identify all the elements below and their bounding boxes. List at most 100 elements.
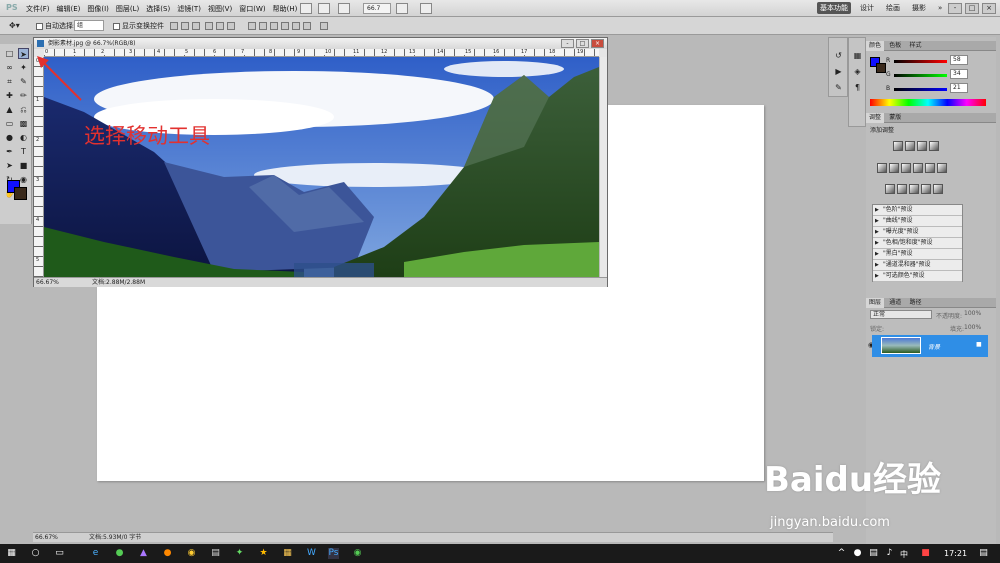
workspace-photography[interactable]: 摄影 [909, 2, 929, 14]
g-value[interactable]: 34 [950, 69, 968, 79]
brush-panel-icon[interactable]: ✎ [833, 82, 844, 93]
type-tool-icon[interactable]: T [18, 146, 29, 157]
main-size-readout[interactable]: 文档:5.93M/0 字节 [89, 533, 141, 542]
doc-minimize-button[interactable]: - [561, 39, 574, 48]
menu-file[interactable]: 文件(F) [26, 4, 50, 14]
app-minimize-button[interactable]: - [948, 3, 962, 14]
background-color-swatch[interactable] [14, 187, 27, 200]
document-title-bar[interactable]: 倒影素材.jpg @ 66.7%(RGB/8) - □ × [34, 38, 607, 49]
menu-view[interactable]: 视图(V) [208, 4, 232, 14]
ruler-horizontal[interactable]: 0 1 2 3 4 5 6 7 8 9 10 11 12 13 14 15 16… [44, 49, 599, 57]
word-icon[interactable]: W [306, 548, 317, 559]
selective-color-icon[interactable] [933, 184, 943, 194]
align-top-icon[interactable] [170, 22, 178, 30]
volume-icon[interactable]: ♪ [884, 548, 895, 559]
visual-studio-icon[interactable]: ▲ [138, 548, 149, 559]
fill-value[interactable]: 100% [964, 324, 981, 331]
auto-select-checkbox[interactable] [36, 22, 43, 30]
clock[interactable]: 17:21 [944, 549, 967, 558]
tab-styles[interactable]: 样式 [907, 41, 925, 51]
tray-up-icon[interactable]: ^ [836, 548, 847, 559]
tab-channels[interactable]: 通道 [886, 298, 904, 308]
color-spectrum[interactable] [870, 99, 986, 106]
tab-swatches[interactable]: 色板 [886, 41, 904, 51]
auto-select-dropdown[interactable]: 组 [74, 20, 104, 31]
distribute-right-icon[interactable] [303, 22, 311, 30]
workspace-painting[interactable]: 绘画 [883, 2, 903, 14]
workspace-design[interactable]: 设计 [857, 2, 877, 14]
color-balance-icon[interactable] [901, 163, 911, 173]
curves-icon[interactable] [917, 141, 927, 151]
arrange-docs-icon[interactable] [396, 3, 408, 14]
menu-window[interactable]: 窗口(W) [239, 4, 265, 14]
preset-channel-mixer[interactable]: "通道混和器"预设 [873, 260, 962, 271]
gradient-map-icon[interactable] [921, 184, 931, 194]
minibridge-icon[interactable] [318, 3, 330, 14]
notifications-icon[interactable]: ▤ [978, 548, 989, 559]
doc-vertical-scrollbar[interactable] [599, 57, 607, 277]
distribute-bottom-icon[interactable] [270, 22, 278, 30]
bridge-icon[interactable] [300, 3, 312, 14]
preset-hue-saturation[interactable]: "色相/饱和度"预设 [873, 238, 962, 249]
eyedropper-tool-icon[interactable]: ✎ [18, 76, 29, 87]
brush-tool-icon[interactable]: ✏ [18, 90, 29, 101]
zoom-level-field[interactable]: 66.7 [363, 3, 391, 14]
tray-app-icon[interactable]: ■ [920, 548, 931, 559]
history-panel-icon[interactable]: ↺ [833, 50, 844, 61]
menu-help[interactable]: 帮助(H) [273, 4, 298, 14]
r-value[interactable]: 58 [950, 55, 968, 65]
distribute-hcenter-icon[interactable] [292, 22, 300, 30]
photo-filter-icon[interactable] [925, 163, 935, 173]
app-icon[interactable]: ✦ [234, 548, 245, 559]
hue-sat-icon[interactable] [889, 163, 899, 173]
menu-select[interactable]: 选择(S) [146, 4, 170, 14]
search-icon[interactable]: ○ [30, 548, 41, 559]
history-brush-tool-icon[interactable]: ⎌ [18, 104, 29, 115]
levels-icon[interactable] [905, 141, 915, 151]
align-right-icon[interactable] [227, 22, 235, 30]
actions-panel-icon[interactable]: ▶ [833, 66, 844, 77]
vibrance-icon[interactable] [877, 163, 887, 173]
workspace-more[interactable]: » [935, 3, 945, 13]
exposure-icon[interactable] [929, 141, 939, 151]
align-bottom-icon[interactable] [192, 22, 200, 30]
chrome-icon[interactable]: ◉ [186, 548, 197, 559]
channels-icon[interactable]: ◈ [852, 66, 863, 77]
doc-maximize-button[interactable]: □ [576, 39, 589, 48]
photoshop-taskbar-icon[interactable]: Ps [328, 548, 339, 559]
edge-icon[interactable]: e [90, 548, 101, 559]
firefox-icon[interactable]: ● [162, 548, 173, 559]
screen-layout-icon[interactable] [420, 3, 432, 14]
main-zoom-readout[interactable]: 66.67% [35, 533, 58, 542]
marquee-tool-icon[interactable]: □ [4, 48, 15, 59]
opacity-value[interactable]: 100% [964, 310, 981, 317]
distribute-left-icon[interactable] [281, 22, 289, 30]
posterize-icon[interactable] [897, 184, 907, 194]
notepad-icon[interactable]: ▤ [210, 548, 221, 559]
distribute-top-icon[interactable] [248, 22, 256, 30]
tab-paths[interactable]: 路径 [907, 298, 925, 308]
blend-mode-select[interactable]: 正常 [870, 310, 932, 319]
menu-edit[interactable]: 编辑(E) [57, 4, 81, 14]
start-icon[interactable]: ▦ [6, 548, 17, 559]
distribute-vcenter-icon[interactable] [259, 22, 267, 30]
stamp-tool-icon[interactable]: ▲ [4, 104, 15, 115]
r-slider[interactable] [894, 60, 947, 63]
pen-tool-icon[interactable]: ✒ [4, 146, 15, 157]
move-tool-preset-icon[interactable]: ✥▾ [9, 21, 20, 30]
app-green-icon[interactable]: ● [114, 548, 125, 559]
app-restore-button[interactable]: □ [965, 3, 979, 14]
doc-size-readout[interactable]: 文档:2.88M/2.88M [92, 278, 145, 287]
preset-selective-color[interactable]: "可选颜色"预设 [873, 271, 962, 282]
wechat-icon[interactable]: ◉ [352, 548, 363, 559]
show-transform-checkbox[interactable] [113, 22, 120, 30]
ime-indicator[interactable]: 中 [900, 549, 908, 560]
tab-layers[interactable]: 图层 [866, 298, 885, 308]
b-value[interactable]: 21 [950, 83, 968, 93]
preset-levels[interactable]: "色阶"预设 [873, 205, 962, 216]
align-vcenter-icon[interactable] [181, 22, 189, 30]
doc-close-button[interactable]: × [591, 39, 604, 48]
auto-select-option[interactable]: 自动选择: [36, 21, 75, 31]
preset-exposure[interactable]: "曝光度"预设 [873, 227, 962, 238]
doc-zoom-readout[interactable]: 66.67% [36, 278, 59, 287]
